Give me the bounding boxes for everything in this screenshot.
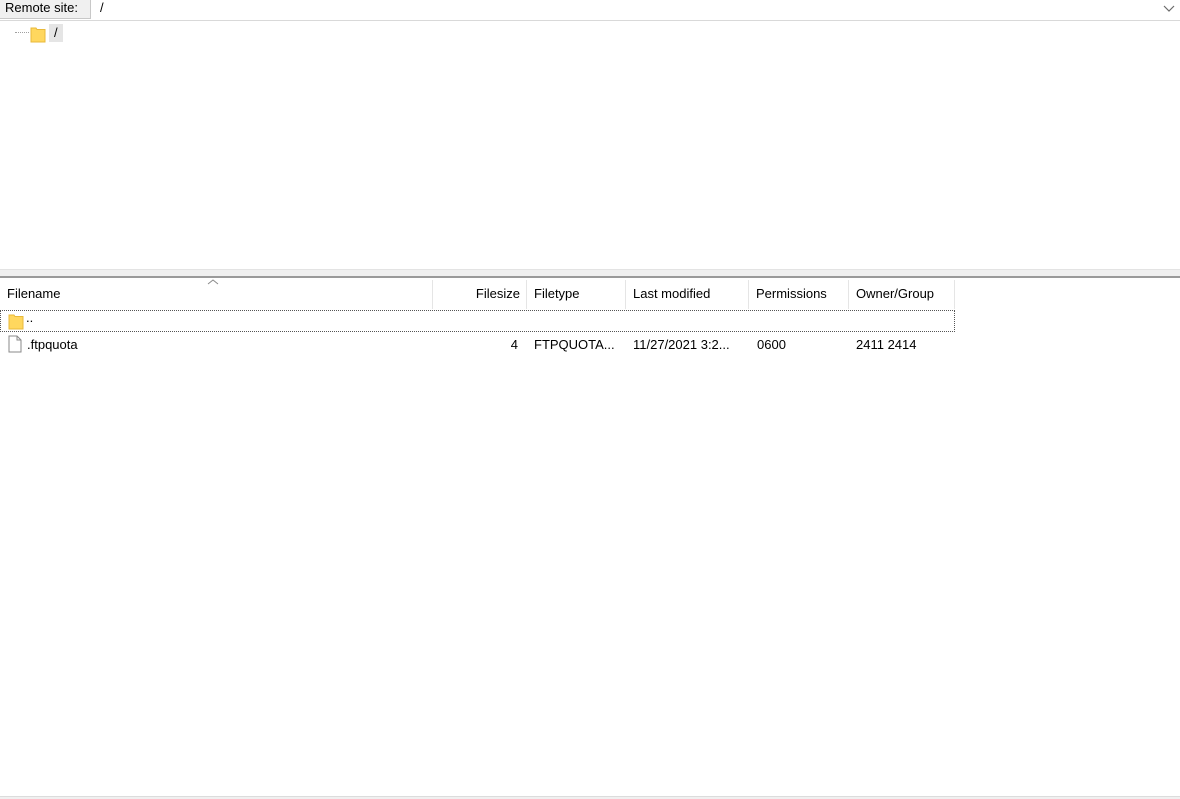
table-row[interactable]: .. — [0, 310, 955, 332]
column-header-permissions[interactable]: Permissions — [749, 280, 849, 309]
remote-path-value[interactable]: / — [100, 0, 104, 15]
file-name: .ftpquota — [27, 337, 78, 352]
file-name: .. — [26, 310, 34, 325]
table-row[interactable]: .ftpquota 4 FTPQUOTA... 11/27/2021 3:2..… — [0, 334, 955, 356]
remote-file-list[interactable]: Filename Filesize Filetype Last modified… — [0, 278, 1180, 797]
column-header-filetype[interactable]: Filetype — [527, 280, 626, 309]
file-size: 4 — [510, 337, 518, 352]
remote-site-label: Remote site: — [0, 0, 91, 19]
column-header-filename[interactable]: Filename — [0, 280, 433, 309]
chevron-down-icon[interactable] — [1162, 2, 1176, 14]
remote-path-bar: Remote site: / — [0, 0, 1180, 21]
pane-splitter[interactable] — [0, 269, 1180, 278]
remote-path-combobox[interactable]: / — [93, 0, 1180, 19]
file-permissions: 0600 — [757, 337, 786, 352]
column-header-last-modified[interactable]: Last modified — [626, 280, 749, 309]
tree-connector-line — [15, 32, 29, 33]
remote-directory-tree[interactable]: / — [0, 21, 1180, 269]
file-icon — [8, 335, 22, 353]
remote-site-panel: Remote site: / / Filename Filesize Filet… — [0, 0, 1180, 799]
file-last-modified: 11/27/2021 3:2... — [633, 337, 730, 352]
column-header-owner-group[interactable]: Owner/Group — [849, 280, 955, 309]
file-type: FTPQUOTA... — [534, 337, 615, 352]
folder-icon — [8, 314, 24, 330]
file-owner-group: 2411 2414 — [856, 337, 917, 352]
column-header-filesize[interactable]: Filesize — [433, 280, 527, 309]
file-list-header: Filename Filesize Filetype Last modified… — [0, 278, 1180, 309]
tree-item-root[interactable]: / — [49, 24, 63, 42]
folder-icon — [30, 27, 46, 43]
